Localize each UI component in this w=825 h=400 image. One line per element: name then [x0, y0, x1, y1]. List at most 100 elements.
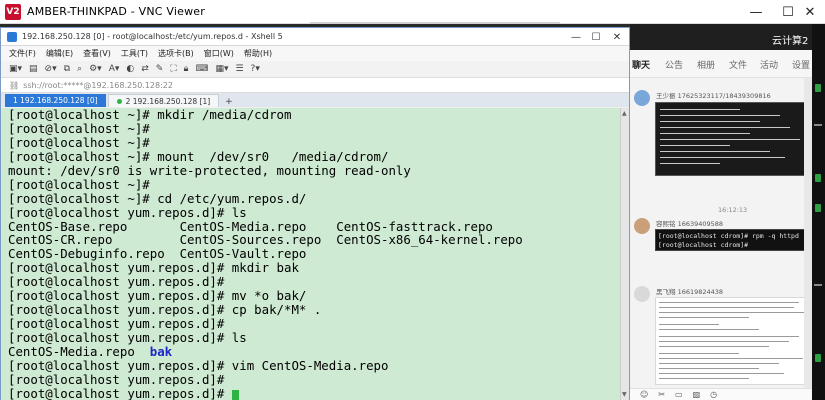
taskbar-edge — [812, 24, 825, 400]
xshell-maximize-button[interactable]: ☐ — [586, 30, 606, 44]
message-timestamp: 16:12:13 — [718, 206, 748, 214]
terminal-line: [root@localhost ~]# — [8, 176, 150, 192]
screenshot-image[interactable] — [655, 102, 804, 176]
xshell-close-button[interactable]: ✕ — [607, 30, 627, 44]
screenshot-image[interactable] — [655, 297, 804, 385]
status-indicator-icon — [815, 84, 821, 92]
terminal-line: [root@localhost yum.repos.d]# ls — [8, 204, 247, 220]
bubble-line: [root@localhost cdrom]# rpm -q httpd — [658, 232, 799, 240]
folder-icon[interactable]: ▭ — [675, 390, 683, 399]
menu-view[interactable]: 查看(V) — [83, 48, 111, 59]
message-bubble[interactable]: [root@localhost cdrom]# rpm -q httpd [ro… — [655, 229, 804, 251]
tab-chat[interactable]: 聊天 — [632, 58, 650, 71]
menu-tools[interactable]: 工具(T) — [121, 48, 148, 59]
terminal-line: [root@localhost yum.repos.d]# — [8, 371, 225, 387]
session-tab-bar: 1 192.168.250.128 [0] 2 192.168.250.128 … — [1, 93, 629, 107]
menu-bar: 文件(F) 编辑(E) 查看(V) 工具(T) 选项卡(B) 窗口(W) 帮助(… — [1, 46, 629, 61]
address-bar[interactable]: ⛓ ssh://root:*****@192.168.250.128:22 — [1, 78, 629, 93]
add-tab-button[interactable]: + — [225, 97, 233, 107]
help-icon[interactable]: ?▾ — [251, 64, 260, 74]
disconnect-icon[interactable]: ⊘▾ — [45, 64, 57, 74]
tab-files[interactable]: 文件 — [729, 58, 747, 71]
vnc-logo-icon: V2 — [5, 3, 21, 20]
terminal-line: [root@localhost yum.repos.d]# mv *o bak/ — [8, 288, 307, 304]
terminal-line: mount: /dev/sr0 is write-protected, moun… — [8, 162, 411, 178]
terminal-line: [root@localhost yum.repos.d]# vim CentOS… — [8, 357, 389, 373]
vnc-close-button[interactable]: ✕ — [795, 0, 825, 24]
chat-scrollbar[interactable] — [804, 78, 812, 388]
bubble-line: [root@localhost cdrom]# — [658, 241, 752, 249]
chat-input-toolbar: ☺ ✂ ▭ ▨ ◷ — [630, 388, 812, 400]
terminal-scrollbar[interactable]: ▲ ▼ — [620, 108, 629, 400]
tab-session-1[interactable]: 1 192.168.250.128 [0] — [5, 94, 106, 107]
chat-icon[interactable]: ☰ — [235, 64, 243, 74]
link-icon: ⛓ — [9, 80, 20, 90]
message-list[interactable]: 王少振 17625323117/18439309816 16:12:13 容熙铭… — [630, 78, 804, 388]
terminal-ls-output: CentOS-Media.repo bak — [8, 343, 629, 359]
scissors-icon[interactable]: ✂ — [658, 390, 665, 399]
screen: V2 AMBER-THINKPAD - VNC Viewer — ☐ ✕ 192… — [0, 0, 825, 400]
terminal-line: [root@localhost ~]# cd /etc/yum.repos.d/ — [8, 190, 307, 206]
status-indicator-icon — [815, 174, 821, 182]
terminal-line: [root@localhost ~]# — [8, 134, 150, 150]
properties-icon[interactable]: ⚙▾ — [89, 64, 102, 74]
avatar[interactable] — [634, 90, 650, 106]
terminal-prompt-line: [root@localhost yum.repos.d]# — [8, 385, 629, 400]
sender-name: 王少振 17625323117/18439309816 — [656, 92, 771, 100]
status-indicator-icon — [815, 354, 821, 362]
xshell-titlebar: 192.168.250.128 [0] - root@localhost:/et… — [1, 28, 629, 46]
tab-settings[interactable]: 设置 — [792, 58, 810, 71]
copy-icon[interactable]: ⧉ — [64, 64, 70, 74]
keyboard-icon[interactable]: ⌨ — [195, 64, 208, 74]
divider — [814, 124, 822, 126]
scroll-down-icon[interactable]: ▼ — [622, 391, 627, 398]
status-indicator-icon — [815, 204, 821, 212]
avatar[interactable] — [634, 286, 650, 302]
terminal-line: [root@localhost yum.repos.d]# cp bak/*M*… — [8, 302, 322, 318]
sender-name: 容熙铭 16639409588 — [656, 220, 724, 228]
xshell-window: 192.168.250.128 [0] - root@localhost:/et… — [0, 27, 630, 400]
menu-edit[interactable]: 编辑(E) — [46, 48, 73, 59]
terminal-line: CentOS-Base.repo CentOS-Media.repo CentO… — [8, 218, 493, 234]
menu-tabs[interactable]: 选项卡(B) — [158, 48, 194, 59]
layout-icon[interactable]: ▦▾ — [215, 64, 228, 74]
terminal[interactable]: [root@localhost ~]# mkdir /media/cdrom [… — [1, 108, 629, 400]
image-icon[interactable]: ▨ — [693, 390, 701, 399]
menu-window[interactable]: 窗口(W) — [204, 48, 234, 59]
prompt-text: [root@localhost yum.repos.d]# — [8, 385, 232, 400]
chat-group-title: 云计算2 — [772, 36, 809, 47]
tab-session-2[interactable]: 2 192.168.250.128 [1] — [107, 94, 220, 107]
chat-header: 云计算2 — [630, 24, 812, 50]
terminal-cursor — [231, 389, 239, 400]
menu-help[interactable]: 帮助(H) — [244, 48, 272, 59]
tab-announcement[interactable]: 公告 — [665, 58, 683, 71]
xshell-minimize-button[interactable]: — — [566, 30, 586, 44]
tab-album[interactable]: 相册 — [697, 58, 715, 71]
script-icon[interactable]: ✎ — [156, 64, 164, 74]
font-icon[interactable]: A▾ — [109, 64, 120, 74]
menu-file[interactable]: 文件(F) — [9, 48, 36, 59]
terminal-line: CentOS-Debuginfo.repo CentOS-Vault.repo — [8, 246, 307, 262]
terminal-line: [root@localhost yum.repos.d]# — [8, 274, 225, 290]
terminal-line: [root@localhost ~]# mkdir /media/cdrom — [8, 108, 292, 122]
history-icon[interactable]: ◷ — [710, 390, 717, 399]
scroll-up-icon[interactable]: ▲ — [622, 110, 627, 117]
color-icon[interactable]: ◐ — [126, 64, 134, 74]
fullscreen-icon[interactable]: ⛶ — [170, 64, 176, 74]
transfer-icon[interactable]: ⇄ — [141, 64, 149, 74]
xshell-app-icon — [7, 31, 17, 42]
open-icon[interactable]: ▤ — [29, 64, 38, 74]
avatar[interactable] — [634, 218, 650, 234]
bak-directory-name: bak — [149, 343, 173, 359]
sender-name: 黑飞翔 16619824438 — [656, 288, 724, 296]
group-chat-window: 云计算2 聊天 公告 相册 文件 活动 设置 王少振 17625323117/1… — [630, 24, 812, 400]
vnc-titlebar: V2 AMBER-THINKPAD - VNC Viewer — ☐ ✕ — [0, 0, 825, 24]
new-session-icon[interactable]: ▣▾ — [9, 64, 22, 74]
tab-activity[interactable]: 活动 — [760, 58, 778, 71]
terminal-line: CentOS-CR.repo CentOS-Sources.repo CentO… — [8, 232, 523, 248]
find-icon[interactable]: ⌕ — [77, 64, 82, 74]
emoji-icon[interactable]: ☺ — [640, 390, 648, 399]
address-text: ssh://root:*****@192.168.250.128:22 — [23, 80, 173, 90]
lock-icon[interactable]: 🔒︎ — [184, 64, 189, 74]
divider — [814, 284, 822, 286]
